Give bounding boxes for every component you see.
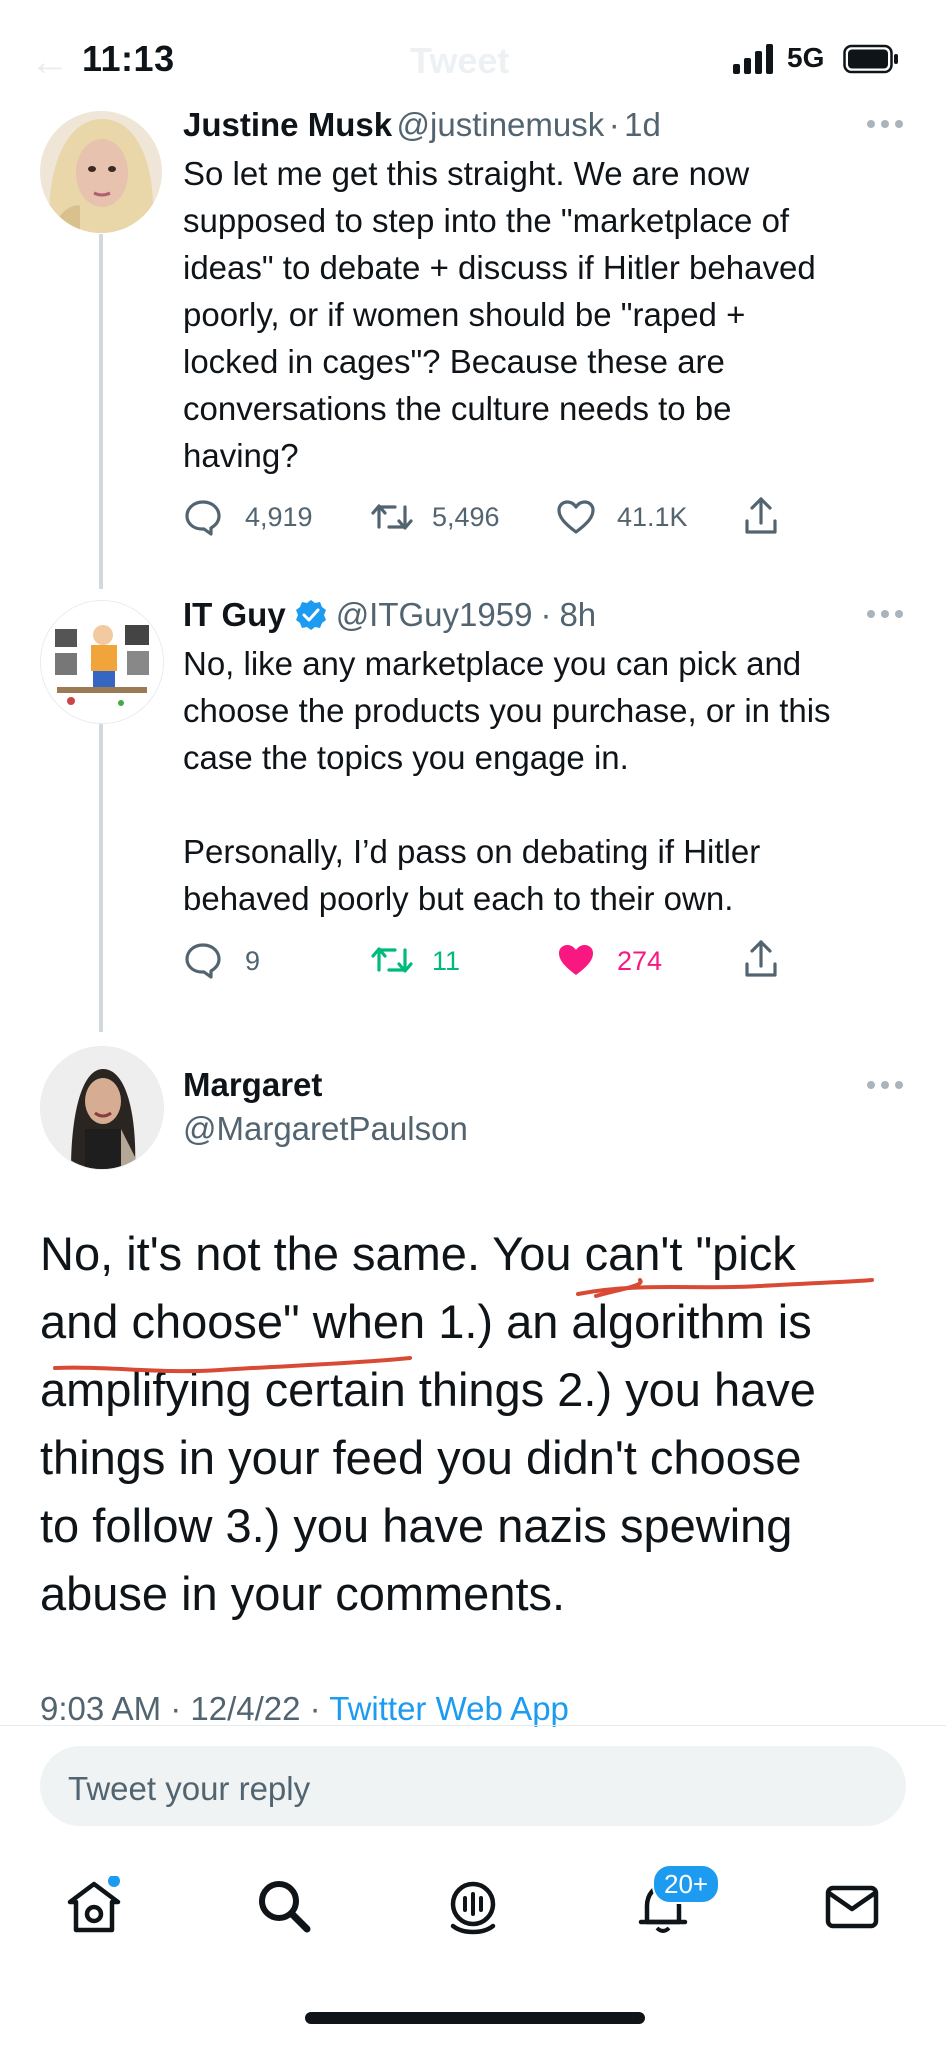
like-icon[interactable] xyxy=(556,942,596,978)
more-icon[interactable] xyxy=(866,1078,904,1092)
reply-count: 9 xyxy=(245,946,261,976)
retweet-count: 11 xyxy=(432,946,461,976)
header-title: Tweet xyxy=(410,40,510,81)
tweet-timestamp-row: 9:03 AM · 12/4/22 · Twitter Web App xyxy=(40,1690,569,1728)
author-handle[interactable]: @ITGuy1959 xyxy=(336,596,533,634)
divider xyxy=(0,1725,946,1726)
author-name[interactable]: Margaret xyxy=(183,1066,322,1104)
search-icon[interactable] xyxy=(254,1876,314,1936)
home-indicator[interactable] xyxy=(305,2012,645,2024)
status-time: 11:13 xyxy=(82,38,175,79)
avatar[interactable] xyxy=(40,600,164,724)
like-count: 274 xyxy=(617,946,663,976)
avatar[interactable] xyxy=(40,1046,164,1170)
share-icon[interactable] xyxy=(743,495,779,537)
author-handle[interactable]: @justinemusk xyxy=(397,106,605,143)
more-icon[interactable] xyxy=(866,117,904,131)
author-name[interactable]: IT Guy xyxy=(183,596,286,634)
home-icon[interactable] xyxy=(64,1876,124,1936)
separator-dot: · xyxy=(540,596,552,633)
tweet-source-link[interactable]: Twitter Web App xyxy=(329,1690,569,1727)
signal-icon xyxy=(733,44,773,74)
avatar[interactable] xyxy=(40,111,162,233)
messages-icon[interactable] xyxy=(822,1876,882,1936)
tweet-text: No, like any marketplace you can pick an… xyxy=(183,645,831,917)
spaces-icon[interactable] xyxy=(443,1876,503,1936)
tweet-text: So let me get this straight. We are now … xyxy=(183,155,816,474)
verified-icon xyxy=(295,600,326,630)
tweet-author-row: Justine Musk @justinemusk · 1d xyxy=(183,106,661,144)
reply-placeholder: Tweet your reply xyxy=(68,1770,311,1807)
back-arrow-icon[interactable]: ← xyxy=(30,40,70,85)
author-name[interactable]: Justine Musk xyxy=(183,106,392,143)
reply-count: 4,919 xyxy=(245,502,313,532)
main-tweet-text: No, it's not the same. You can't "pick a… xyxy=(40,1227,816,1620)
author-handle[interactable]: @MargaretPaulson xyxy=(183,1110,468,1148)
retweet-icon[interactable] xyxy=(370,942,414,978)
retweet-count: 5,496 xyxy=(432,502,500,532)
tweet-time[interactable]: 8h xyxy=(559,596,596,634)
thread-line xyxy=(99,722,103,1032)
thread-line xyxy=(99,234,103,589)
notifications-badge: 20+ xyxy=(652,1864,721,1904)
reply-icon[interactable] xyxy=(183,497,223,537)
tweet-timestamp: 9:03 AM · 12/4/22 · xyxy=(40,1690,330,1727)
tweet-time[interactable]: 1d xyxy=(624,106,661,143)
network-type: 5G xyxy=(787,42,825,73)
retweet-icon[interactable] xyxy=(370,499,414,535)
more-icon[interactable] xyxy=(866,607,904,621)
share-icon[interactable] xyxy=(743,938,779,980)
separator-dot: · xyxy=(608,106,620,143)
like-count: 41.1K xyxy=(617,502,688,532)
like-icon[interactable] xyxy=(556,499,596,535)
battery-icon xyxy=(843,44,898,74)
reply-icon[interactable] xyxy=(183,940,223,980)
tweet-author-row: IT Guy @ITGuy1959 · 8h xyxy=(183,596,596,634)
